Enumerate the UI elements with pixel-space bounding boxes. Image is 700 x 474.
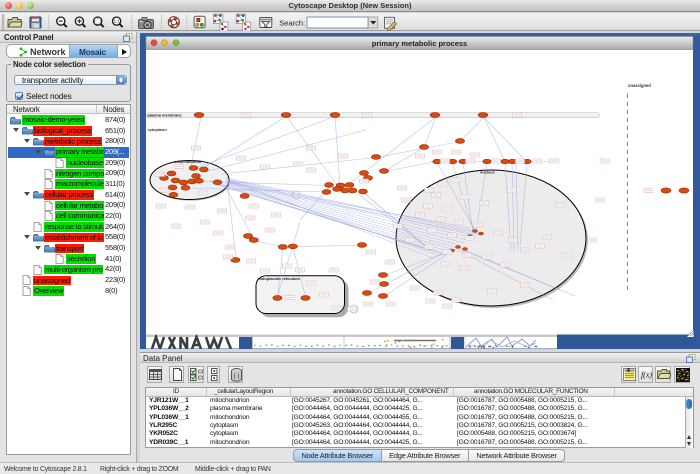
svg-text:f(x): f(x) — [641, 371, 652, 380]
svg-text:endoplasmic reticulum: endoplasmic reticulum — [258, 276, 301, 281]
svg-text:nucleus: nucleus — [480, 170, 495, 175]
svg-text:unassigned: unassigned — [628, 83, 651, 88]
svg-text:Search:: Search: — [279, 18, 305, 27]
svg-text:1:1: 1:1 — [113, 18, 120, 23]
svg-text:primary metabolic process: primary metabolic process — [372, 39, 467, 48]
svg-text:plasma membrane: plasma membrane — [148, 113, 183, 118]
svg-text:cytoplasm: cytoplasm — [148, 127, 168, 132]
svg-text:mitochondrion: mitochondrion — [174, 159, 202, 164]
